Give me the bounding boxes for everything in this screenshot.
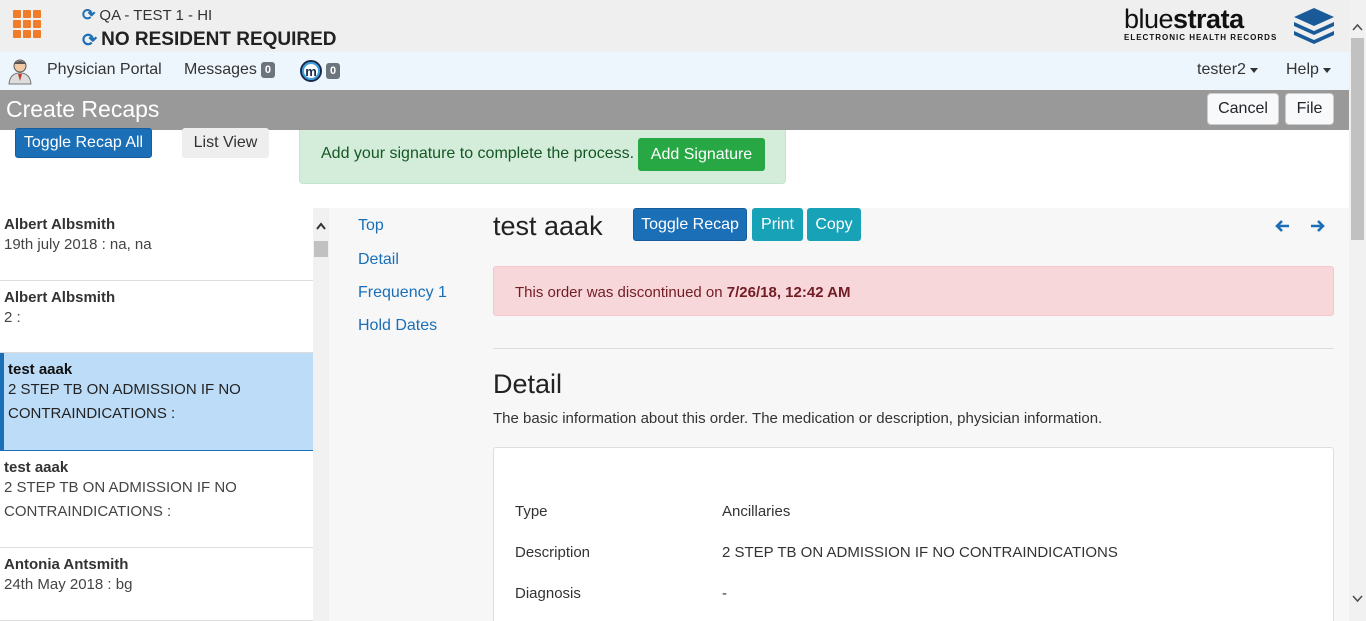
add-signature-button[interactable]: Add Signature xyxy=(638,138,765,171)
row-label-type: Type xyxy=(515,503,548,520)
messages-label: Messages xyxy=(184,61,257,78)
m-app-icon: m xyxy=(300,60,322,82)
facility-selector[interactable]: ⟳ QA - TEST 1 - HI xyxy=(82,5,212,25)
list-item-name: test aaak xyxy=(8,361,73,378)
list-view-button[interactable]: List View xyxy=(182,128,269,158)
list-item-desc: 19th july 2018 : na, na xyxy=(4,236,152,253)
top-header: ⟳ QA - TEST 1 - HI ⟳ NO RESIDENT REQUIRE… xyxy=(0,0,1349,52)
chevron-up-icon xyxy=(316,222,326,230)
list-scrollbar-thumb[interactable] xyxy=(314,241,328,257)
caret-down-icon xyxy=(1249,67,1258,73)
page-scrollbar[interactable] xyxy=(1349,0,1366,621)
physician-avatar-icon xyxy=(8,59,32,85)
recap-list: Albert Albsmith 19th july 2018 : na, na … xyxy=(0,208,313,621)
list-item[interactable]: Albert Albsmith 2 : xyxy=(0,281,313,353)
divider xyxy=(493,348,1334,349)
signature-alert: Add your signature to complete the proce… xyxy=(299,130,786,184)
list-item[interactable]: test aaak 2 STEP TB ON ADMISSION IF NO C… xyxy=(0,451,313,548)
list-item-desc: 2 STEP TB ON ADMISSION IF NO CONTRAINDIC… xyxy=(4,479,237,520)
copy-button[interactable]: Copy xyxy=(807,208,861,241)
signature-message: Add your signature to complete the proce… xyxy=(321,145,635,162)
discontinued-alert: This order was discontinued on 7/26/18, … xyxy=(493,266,1334,316)
discontinued-date: 7/26/18, 12:42 AM xyxy=(726,284,851,301)
layers-icon xyxy=(1294,8,1334,44)
toggle-recap-all-button[interactable]: Toggle Recap All xyxy=(15,128,152,158)
user-name: tester2 xyxy=(1197,61,1246,78)
row-value-description: 2 STEP TB ON ADMISSION IF NO CONTRAINDIC… xyxy=(722,544,1118,561)
m-badge: 0 xyxy=(326,63,341,79)
list-item-name: Albert Albsmith xyxy=(4,289,116,306)
nav-bar: Physician Portal Messages 0 m 0 tester2 … xyxy=(0,52,1349,90)
toc-top[interactable]: Top xyxy=(358,217,384,235)
row-label-description: Description xyxy=(515,544,591,561)
list-item-active[interactable]: test aaak 2 STEP TB ON ADMISSION IF NO C… xyxy=(0,353,313,451)
bluestrata-logo: bluestrata ELECTRONIC HEALTH RECORDS xyxy=(1124,4,1339,46)
detail-card: Type Ancillaries Description 2 STEP TB O… xyxy=(493,447,1334,621)
user-menu[interactable]: tester2 xyxy=(1197,61,1258,79)
row-value-diagnosis: - xyxy=(722,585,727,602)
nav-m-app[interactable]: m 0 xyxy=(300,60,341,82)
resident-selector[interactable]: ⟳ NO RESIDENT REQUIRED xyxy=(82,29,337,51)
row-value-type: Ancillaries xyxy=(722,503,791,520)
toc-frequency[interactable]: Frequency 1 xyxy=(358,284,447,302)
list-item-desc: 2 : xyxy=(4,309,21,326)
list-item[interactable]: Albert Albsmith 19th july 2018 : na, na xyxy=(0,208,313,281)
list-item-name: Albert Albsmith xyxy=(4,216,116,233)
apps-grid-icon[interactable] xyxy=(13,10,41,38)
toc-detail[interactable]: Detail xyxy=(358,251,399,269)
list-item-name: test aaak xyxy=(4,459,69,476)
refresh-icon[interactable]: ⟳ xyxy=(82,5,95,25)
order-title: test aaak xyxy=(493,211,603,241)
help-menu[interactable]: Help xyxy=(1286,61,1331,79)
page-title-bar: Create Recaps Cancel File xyxy=(0,90,1349,130)
list-item[interactable]: Antonia Antsmith 24th May 2018 : bg xyxy=(0,548,313,621)
page-scrollbar-thumb[interactable] xyxy=(1351,38,1364,240)
messages-badge: 0 xyxy=(260,62,276,78)
resident-name: NO RESIDENT REQUIRED xyxy=(101,29,337,50)
refresh-icon[interactable]: ⟳ xyxy=(82,30,97,51)
nav-physician-portal[interactable]: Physician Portal xyxy=(47,61,162,79)
arrow-right-icon[interactable] xyxy=(1310,219,1326,233)
section-description: The basic information about this order. … xyxy=(493,410,1103,427)
list-item-desc: 24th May 2018 : bg xyxy=(4,576,133,593)
discontinued-text: This order was discontinued on xyxy=(515,284,723,301)
cancel-button[interactable]: Cancel xyxy=(1207,93,1279,125)
section-title-detail: Detail xyxy=(493,369,563,399)
list-scrollbar[interactable] xyxy=(313,208,329,621)
row-label-diagnosis: Diagnosis xyxy=(515,585,581,602)
chevron-up-icon xyxy=(1352,24,1363,31)
help-label: Help xyxy=(1286,61,1319,78)
list-item-name: Antonia Antsmith xyxy=(4,556,129,573)
arrow-left-icon[interactable] xyxy=(1274,219,1290,233)
file-button[interactable]: File xyxy=(1285,93,1334,125)
page-title: Create Recaps xyxy=(6,96,160,122)
caret-down-icon xyxy=(1322,67,1331,73)
facility-name: QA - TEST 1 - HI xyxy=(99,6,213,24)
print-button[interactable]: Print xyxy=(752,208,803,241)
toggle-recap-button[interactable]: Toggle Recap xyxy=(633,208,747,241)
list-item-desc: 2 STEP TB ON ADMISSION IF NO CONTRAINDIC… xyxy=(8,381,241,422)
toc-hold-dates[interactable]: Hold Dates xyxy=(358,317,437,335)
nav-messages[interactable]: Messages 0 xyxy=(184,61,276,79)
chevron-down-icon xyxy=(1352,595,1363,602)
